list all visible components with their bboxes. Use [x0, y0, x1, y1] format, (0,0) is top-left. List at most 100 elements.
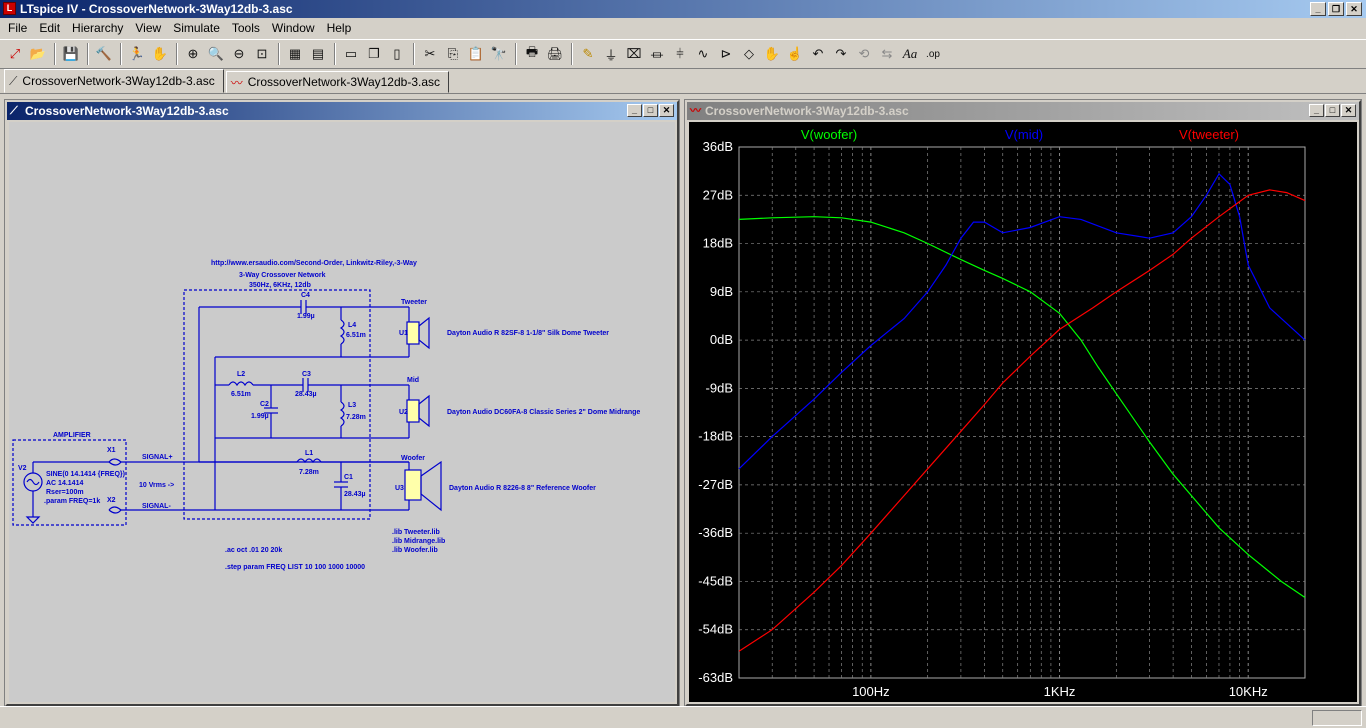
menu-simulate[interactable]: Simulate [167, 18, 226, 38]
draw-wire-icon[interactable]: ✎ [577, 43, 599, 65]
l1-value: 7.28m [299, 469, 319, 476]
inductor-icon[interactable]: ∿ [692, 43, 714, 65]
schematic-minimize-button[interactable]: _ [627, 104, 642, 117]
drag-icon[interactable]: ☝ [784, 43, 806, 65]
cut-icon[interactable]: ✂ [419, 43, 441, 65]
schematic-maximize-button[interactable]: □ [643, 104, 658, 117]
menu-window[interactable]: Window [266, 18, 321, 38]
tab-waveform[interactable]: 〰 CrossoverNetwork-3Way12db-3.asc [225, 71, 450, 93]
menu-tools[interactable]: Tools [226, 18, 266, 38]
l4-label: L4 [348, 322, 356, 329]
signal-minus-label: SIGNAL- [142, 503, 171, 510]
legend-entry: V(mid) [1005, 127, 1043, 142]
menu-hierarchy[interactable]: Hierarchy [66, 18, 129, 38]
waveform-minimize-button[interactable]: _ [1309, 104, 1324, 117]
open-icon[interactable]: 📂 [27, 43, 49, 65]
new-schematic-icon[interactable]: ⤢ [4, 43, 26, 65]
schematic-close-button[interactable]: ✕ [659, 104, 674, 117]
text-icon[interactable]: Aa [899, 43, 921, 65]
y-tick-label: -54dB [698, 622, 733, 637]
label-net-icon[interactable]: ⌧ [623, 43, 645, 65]
lib-tweeter: .lib Tweeter.lib [392, 529, 440, 536]
waveform-maximize-button[interactable]: □ [1325, 104, 1340, 117]
source-line-4: .param FREQ=1k [44, 498, 100, 505]
tab-schematic[interactable]: ⟋ CrossoverNetwork-3Way12db-3.asc [4, 69, 224, 93]
mid-speaker [406, 399, 420, 423]
zoom-out-icon[interactable]: ⊖ [228, 43, 250, 65]
vrms-label: 10 Vrms -> [139, 482, 174, 489]
y-tick-label: 9dB [710, 284, 733, 299]
find-icon[interactable]: 🔭 [488, 43, 510, 65]
control-panel-icon[interactable]: 🔨 [93, 43, 115, 65]
zoom-in-icon[interactable]: ⊕ [182, 43, 204, 65]
rotate-icon[interactable]: ⟲ [853, 43, 875, 65]
menu-view[interactable]: View [129, 18, 167, 38]
tile-horizontal-icon[interactable]: ▭ [340, 43, 362, 65]
close-button[interactable]: ✕ [1346, 2, 1362, 16]
menu-bar: File Edit Hierarchy View Simulate Tools … [0, 18, 1366, 38]
component-icon[interactable]: ◇ [738, 43, 760, 65]
capacitor-icon[interactable]: ⫩ [669, 43, 691, 65]
woofer-desc: Dayton Audio R 8226-8 8" Reference Woofe… [449, 485, 596, 492]
print-icon[interactable]: 🖨 [544, 43, 566, 65]
net-title-1: 3-Way Crossover Network [239, 272, 326, 279]
tab-waveform-label: CrossoverNetwork-3Way12db-3.asc [247, 75, 441, 89]
ac-directive: .ac oct .01 20 20k [225, 547, 282, 554]
autorange-icon[interactable]: ▦ [284, 43, 306, 65]
spice-directive-icon[interactable]: .op [922, 43, 944, 65]
waveform-window-titlebar[interactable]: 〰 CrossoverNetwork-3Way12db-3.asc _ □ ✕ [687, 102, 1359, 120]
app-icon: L [3, 2, 16, 15]
ground-icon[interactable]: ⏚ [600, 43, 622, 65]
schematic-drawing: http://www.ersaudio.com/Second-Order, Li… [12, 260, 640, 571]
y-tick-label: 0dB [710, 332, 733, 347]
undo-icon[interactable]: ↶ [807, 43, 829, 65]
c1-label: C1 [344, 474, 353, 481]
waveform-close-button[interactable]: ✕ [1341, 104, 1356, 117]
waveform-plot-pane[interactable]: 36dB 27dB 18dB 9dB 0dB -9dB -18dB -27dB -36dB -45… [689, 122, 1357, 702]
resistor-icon[interactable]: ⏛ [646, 43, 668, 65]
status-cell [1312, 710, 1362, 726]
restore-button[interactable]: ❐ [1328, 2, 1344, 16]
halt-icon[interactable]: ✋ [149, 43, 171, 65]
diode-icon[interactable]: ⊳ [715, 43, 737, 65]
l2-label: L2 [237, 371, 245, 378]
mid-desc: Dayton Audio DC60FA-8 Classic Series 2" … [447, 409, 640, 416]
waveform-window-title: CrossoverNetwork-3Way12db-3.asc [705, 104, 909, 118]
zoom-fit-icon[interactable]: ⊡ [251, 43, 273, 65]
c1-value: 28.43µ [344, 491, 366, 498]
run-icon[interactable]: 🏃 [126, 43, 148, 65]
cascade-icon[interactable]: ❐ [363, 43, 385, 65]
tweeter-label: Tweeter [401, 299, 427, 306]
plot-frame [738, 146, 1306, 679]
series-line-vtweeter [738, 189, 1306, 652]
waveform-icon: 〰 [690, 105, 701, 117]
save-icon[interactable]: 💾 [60, 43, 82, 65]
waveform-grid-icon[interactable]: ▤ [307, 43, 329, 65]
app-title: LTspice IV - CrossoverNetwork-3Way12db-3… [20, 2, 293, 16]
legend-entry: V(tweeter) [1179, 127, 1239, 142]
c2-label: C2 [260, 401, 269, 408]
x1-connector [108, 458, 122, 466]
move-icon[interactable]: ✋ [761, 43, 783, 65]
minimize-button[interactable]: _ [1310, 2, 1326, 16]
copy-icon[interactable]: ⎘ [442, 43, 464, 65]
print-setup-icon[interactable]: 🖶 [521, 43, 543, 65]
bode-plot: 36dB 27dB 18dB 9dB 0dB -9dB -18dB -27dB -36dB -45… [698, 127, 1306, 699]
menu-edit[interactable]: Edit [33, 18, 66, 38]
u2-label: U2 [399, 409, 408, 416]
tile-vertical-icon[interactable]: ▯ [386, 43, 408, 65]
schematic-icon: ⟋ [10, 105, 18, 117]
mirror-icon[interactable]: ⇆ [876, 43, 898, 65]
schematic-canvas[interactable]: http://www.ersaudio.com/Second-Order, Li… [9, 122, 675, 702]
status-bar [0, 706, 1366, 728]
menu-file[interactable]: File [2, 18, 33, 38]
schematic-window-titlebar[interactable]: ⟋ CrossoverNetwork-3Way12db-3.asc _ □ ✕ [7, 102, 677, 120]
pan-icon[interactable]: 🔍 [205, 43, 227, 65]
paste-icon[interactable]: 📋 [465, 43, 487, 65]
source-line-2: AC 14.1414 [46, 480, 83, 487]
redo-icon[interactable]: ↷ [830, 43, 852, 65]
menu-help[interactable]: Help [321, 18, 358, 38]
mid-label: Mid [407, 377, 419, 384]
x-tick-label: 1KHz [1044, 684, 1076, 699]
lib-midrange: .lib Midrange.lib [392, 538, 445, 545]
